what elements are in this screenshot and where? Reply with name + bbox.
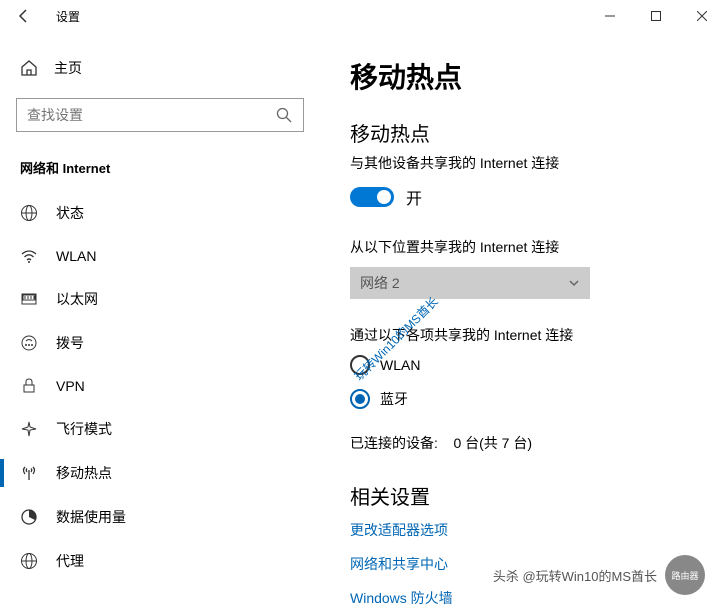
sidebar-item-airplane[interactable]: 飞行模式 [16,407,304,451]
minimize-icon [605,11,615,21]
radio-wlan[interactable]: WLAN [350,355,695,375]
proxy-icon [20,552,38,570]
app-title: 设置 [56,8,80,25]
radio-label: WLAN [380,357,420,373]
arrow-left-icon [16,8,32,24]
minimize-button[interactable] [587,0,633,32]
search-icon [275,106,293,124]
close-icon [697,11,707,21]
sidebar-item-label: 拨号 [56,333,84,353]
titlebar: 设置 [0,0,725,32]
wifi-icon [20,247,38,265]
sidebar-item-proxy[interactable]: 代理 [16,539,304,583]
connected-devices: 已连接的设备: 0 台(共 7 台) [350,433,695,453]
sidebar-item-label: 移动热点 [56,463,112,483]
sidebar-item-label: 以太网 [56,289,98,309]
sidebar-item-label: 数据使用量 [56,507,126,527]
search-box[interactable] [16,98,304,132]
sidebar-item-status[interactable]: 状态 [16,191,304,235]
dialup-icon [20,334,38,352]
sidebar-item-label: 代理 [56,551,84,571]
maximize-icon [651,11,661,21]
content-pane: 移动热点 移动热点 与其他设备共享我的 Internet 连接 开 从以下位置共… [320,32,725,615]
chevron-down-icon [568,277,580,289]
link-network-sharing[interactable]: 网络和共享中心 [350,554,695,574]
category-header: 网络和 Internet [16,150,304,191]
search-input[interactable] [27,107,275,123]
hotspot-toggle[interactable] [350,187,394,207]
hotspot-desc: 与其他设备共享我的 Internet 连接 [350,153,695,173]
datausage-icon [20,508,38,526]
dropdown-value: 网络 2 [360,273,400,293]
radio-button-icon [350,389,370,409]
toggle-label: 开 [406,185,422,209]
sidebar-item-label: 飞行模式 [56,419,112,439]
home-icon [20,59,38,77]
home-button[interactable]: 主页 [16,48,304,88]
hotspot-section-title: 移动热点 [350,118,695,147]
sidebar-item-hotspot[interactable]: 移动热点 [16,451,304,495]
related-settings-title: 相关设置 [350,481,695,510]
close-button[interactable] [679,0,725,32]
sidebar-item-vpn[interactable]: VPN [16,365,304,407]
globe-icon [20,204,38,222]
maximize-button[interactable] [633,0,679,32]
home-label: 主页 [54,58,82,78]
link-firewall[interactable]: Windows 防火墙 [350,588,695,608]
radio-button-icon [350,355,370,375]
sidebar-item-ethernet[interactable]: 以太网 [16,277,304,321]
back-button[interactable] [0,0,48,32]
vpn-icon [20,377,38,395]
ethernet-icon [20,290,38,308]
sidebar-item-label: VPN [56,378,85,394]
sidebar-item-label: WLAN [56,248,96,264]
link-adapter-options[interactable]: 更改适配器选项 [350,520,695,540]
radio-label: 蓝牙 [380,389,408,409]
share-from-dropdown[interactable]: 网络 2 [350,267,590,299]
sidebar-item-label: 状态 [56,203,84,223]
sidebar: 主页 网络和 Internet 状态 WLAN 以太网 拨号 VPN [0,32,320,615]
share-via-label: 通过以下各项共享我的 Internet 连接 [350,325,695,345]
page-title: 移动热点 [350,56,695,96]
airplane-icon [20,420,38,438]
radio-bluetooth[interactable]: 蓝牙 [350,389,695,409]
hotspot-icon [20,464,38,482]
share-from-label: 从以下位置共享我的 Internet 连接 [350,237,695,257]
sidebar-item-wlan[interactable]: WLAN [16,235,304,277]
sidebar-item-dialup[interactable]: 拨号 [16,321,304,365]
sidebar-item-datausage[interactable]: 数据使用量 [16,495,304,539]
